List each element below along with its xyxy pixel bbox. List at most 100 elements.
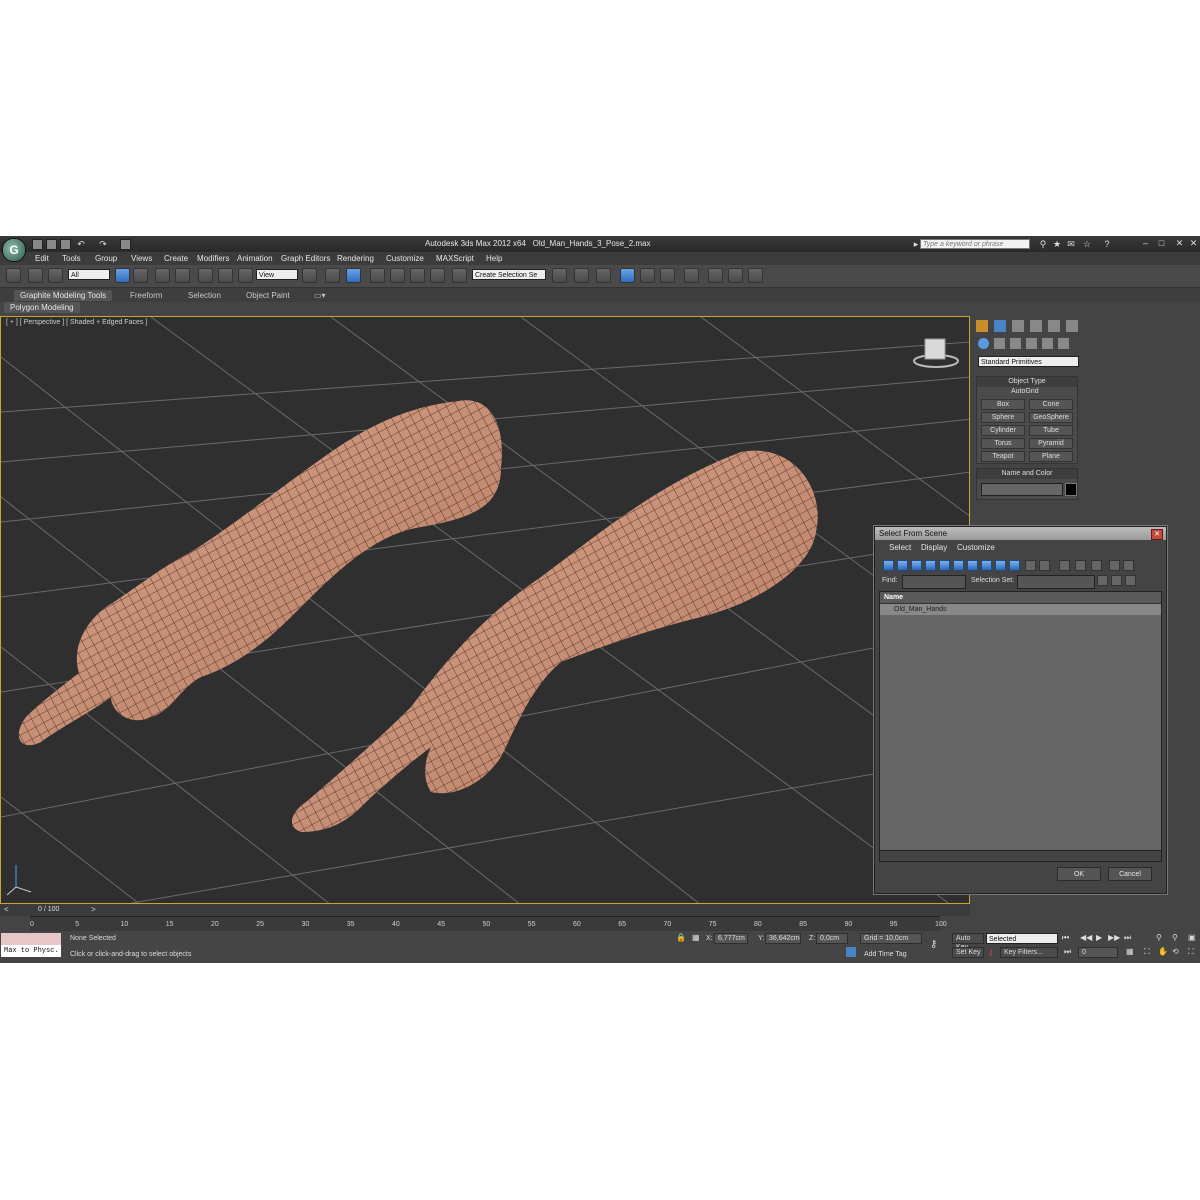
auto-key-button[interactable]: Auto Key <box>952 933 984 951</box>
display-groups-icon[interactable] <box>967 560 978 571</box>
move-icon[interactable] <box>198 268 213 283</box>
lights-icon[interactable] <box>1010 338 1021 349</box>
zoom-all-icon[interactable]: ⚲ <box>1172 933 1178 942</box>
display-none-icon[interactable] <box>1075 560 1086 571</box>
display-helpers-icon[interactable] <box>939 560 950 571</box>
name-and-color-title[interactable]: Name and Color <box>977 469 1077 479</box>
menu-customize[interactable]: Customize <box>386 254 424 263</box>
display-lights-icon[interactable] <box>911 560 922 571</box>
zoom-icon[interactable]: ⚲ <box>1156 933 1162 942</box>
primitive-category-dropdown[interactable]: Standard Primitives <box>978 356 1079 367</box>
maximize-viewport-icon[interactable]: ⛶ <box>1188 947 1194 957</box>
orbit-icon[interactable]: ⟲ <box>1172 947 1179 956</box>
display-frozen-icon[interactable] <box>1025 560 1036 571</box>
pyramid-button[interactable]: Pyramid <box>1029 438 1073 449</box>
tab-freeform[interactable]: Freeform <box>124 290 168 301</box>
time-configuration-icon[interactable]: ▦ <box>1126 947 1134 956</box>
zoom-extents-icon[interactable]: ▣ <box>1188 933 1196 942</box>
display-containers-icon[interactable] <box>1009 560 1020 571</box>
display-space-warps-icon[interactable] <box>953 560 964 571</box>
angle-snap-icon[interactable] <box>390 268 405 283</box>
help-icon[interactable]: ? <box>1102 239 1112 249</box>
play-icon[interactable]: ▶ <box>1096 933 1102 942</box>
z-coordinate-field[interactable]: 0,0cm <box>816 933 848 944</box>
binoculars-icon[interactable]: ⚲ <box>1038 239 1048 249</box>
render-production-icon[interactable] <box>748 268 763 283</box>
box-button[interactable]: Box <box>981 399 1025 410</box>
dialog-close-button[interactable]: ✕ <box>1151 529 1163 540</box>
set-key-button[interactable]: Set Key <box>952 947 984 958</box>
mirror-icon[interactable] <box>552 268 567 283</box>
dialog-menu-select[interactable]: Select <box>889 543 911 552</box>
favorites-icon[interactable]: ☆ <box>1082 239 1092 249</box>
maxscript-listener-top[interactable] <box>1 933 61 945</box>
track-bar[interactable]: 0 5 10 15 20 25 30 35 40 45 50 55 60 65 70 75 80 85 90 95 10… <box>30 916 947 932</box>
filter-icon[interactable] <box>1109 560 1120 571</box>
hierarchy-tab-icon[interactable] <box>1012 320 1024 332</box>
key-mode-toggle-icon[interactable]: ⏭ <box>1064 947 1071 957</box>
pivot-center-icon[interactable] <box>302 268 317 283</box>
menu-rendering[interactable]: Rendering <box>337 254 374 263</box>
geosphere-button[interactable]: GeoSphere <box>1029 412 1073 423</box>
modify-tab-icon[interactable] <box>994 320 1006 332</box>
key-filters-button[interactable]: Key Filters... <box>1000 947 1058 958</box>
display-bones-icon[interactable] <box>995 560 1006 571</box>
create-selection-set-icon[interactable] <box>1097 575 1108 586</box>
app-logo-icon[interactable]: G <box>2 238 26 262</box>
align-icon[interactable] <box>574 268 589 283</box>
edit-named-selection-icon[interactable] <box>452 268 467 283</box>
maximize-button[interactable]: □ <box>1156 238 1167 249</box>
tab-graphite-modeling-tools[interactable]: Graphite Modeling Tools <box>14 290 113 301</box>
spinner-snap-icon[interactable] <box>430 268 445 283</box>
named-selection-dropdown[interactable]: Create Selection Se <box>472 269 546 280</box>
percent-snap-icon[interactable] <box>410 268 425 283</box>
add-time-tag-button[interactable]: Add Time Tag <box>864 951 907 958</box>
graphite-toggle-icon[interactable] <box>620 268 635 283</box>
time-slider[interactable]: 0 / 100 < > <box>0 904 970 916</box>
cone-button[interactable]: Cone <box>1029 399 1073 410</box>
plane-button[interactable]: Plane <box>1029 451 1073 462</box>
selection-set-dropdown[interactable] <box>1017 575 1095 589</box>
bind-space-warp-icon[interactable] <box>48 268 63 283</box>
unlink-icon[interactable] <box>28 268 43 283</box>
select-object-icon[interactable] <box>115 268 130 283</box>
menu-tools[interactable]: Tools <box>62 254 81 263</box>
curve-editor-icon[interactable] <box>640 268 655 283</box>
save-file-icon[interactable] <box>60 239 71 250</box>
filter-options-icon[interactable] <box>1123 560 1134 571</box>
redo-icon[interactable]: ↷ <box>98 239 108 249</box>
link-icon[interactable] <box>6 268 21 283</box>
rendered-frame-icon[interactable] <box>728 268 743 283</box>
select-by-name-icon[interactable] <box>133 268 148 283</box>
render-setup-icon[interactable] <box>708 268 723 283</box>
display-shapes-icon[interactable] <box>897 560 908 571</box>
previous-frame-icon[interactable]: ◀◀ <box>1080 933 1092 942</box>
add-to-set-icon[interactable] <box>1111 575 1122 586</box>
y-coordinate-field[interactable]: 36,642cm <box>765 933 801 944</box>
panel-close-button[interactable]: ✕ <box>1188 238 1199 249</box>
new-file-icon[interactable] <box>32 239 43 250</box>
find-input[interactable] <box>902 575 966 589</box>
helpers-icon[interactable] <box>1042 338 1053 349</box>
minimize-button[interactable]: – <box>1140 238 1151 249</box>
tab-selection[interactable]: Selection <box>182 290 227 301</box>
dialog-menu-display[interactable]: Display <box>921 543 947 552</box>
space-warps-icon[interactable] <box>1058 338 1069 349</box>
menu-views[interactable]: Views <box>131 254 152 263</box>
rectangular-selection-icon[interactable] <box>155 268 170 283</box>
object-name-field[interactable] <box>981 483 1063 496</box>
menu-graph-editors[interactable]: Graph Editors <box>281 254 330 263</box>
display-tab-icon[interactable] <box>1048 320 1060 332</box>
menu-animation[interactable]: Animation <box>237 254 273 263</box>
snaps-toggle-icon[interactable] <box>370 268 385 283</box>
key-mode-dropdown[interactable]: Selected <box>986 933 1058 944</box>
help-search-input[interactable]: Type a keyword or phrase <box>920 239 1030 249</box>
menu-modifiers[interactable]: Modifiers <box>197 254 229 263</box>
list-horizontal-scrollbar[interactable] <box>880 850 1161 861</box>
menu-help[interactable]: Help <box>486 254 502 263</box>
ok-button[interactable]: OK <box>1057 867 1101 881</box>
object-list[interactable]: Name Old_Man_Hands <box>879 591 1162 862</box>
close-button[interactable]: ✕ <box>1174 238 1185 249</box>
tube-button[interactable]: Tube <box>1029 425 1073 436</box>
perspective-viewport[interactable]: [ + ] [ Perspective ] [ Shaded + Edged F… <box>0 316 970 904</box>
